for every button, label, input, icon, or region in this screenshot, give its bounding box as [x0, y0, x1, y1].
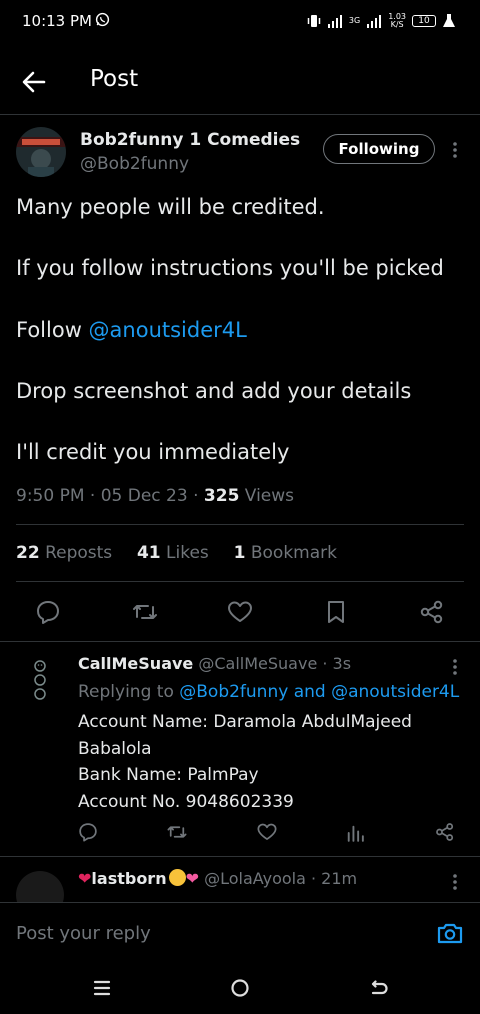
- status-time: 10:13 PM: [22, 12, 92, 30]
- reply-more-options-icon[interactable]: [452, 658, 458, 676]
- reply-text-line: Babalola: [78, 738, 152, 759]
- reply-composer[interactable]: Post your reply: [0, 902, 480, 962]
- reply-icon[interactable]: [34, 598, 62, 626]
- page-title: Post: [90, 66, 139, 92]
- reply-text-line: Account Name: Daramola AbdulMajeed: [78, 712, 412, 732]
- two-hearts-emoji-icon: ❤: [185, 869, 199, 888]
- repost-icon[interactable]: [131, 598, 159, 626]
- post-text-follow: Follow: [16, 318, 89, 342]
- home-icon[interactable]: [228, 976, 252, 1000]
- camera-icon[interactable]: [436, 919, 464, 947]
- reply-text-line: Bank Name: PalmPay: [78, 765, 259, 785]
- status-icons: 3G 1.03 K/S 10: [307, 10, 456, 32]
- reply-author-name: lastborn: [91, 869, 167, 888]
- avatar-image: [16, 127, 66, 177]
- following-button[interactable]: Following: [323, 134, 435, 164]
- reply-repost-icon[interactable]: [166, 821, 188, 843]
- header-divider: [0, 114, 480, 115]
- back-nav-icon[interactable]: [366, 976, 390, 1000]
- post-meta: 9:50 PM · 05 Dec 23 · 325 Views: [16, 486, 294, 506]
- signal-icon: [327, 15, 342, 28]
- likes-stat[interactable]: 41 Likes: [137, 543, 209, 563]
- more-options-icon[interactable]: [452, 141, 458, 159]
- status-bar: 10:13 PM 3G 1.03 K/S 10: [0, 0, 480, 44]
- bookmarks-stat[interactable]: 1 Bookmark: [234, 543, 337, 563]
- reply-views-icon[interactable]: [344, 822, 366, 844]
- reposts-count: 22: [16, 543, 40, 563]
- author-handle[interactable]: @Bob2funny: [80, 154, 189, 174]
- speed-unit: K/S: [390, 20, 404, 29]
- bookmarks-label: Bookmark: [245, 543, 337, 563]
- heart-emoji-icon: ❤: [78, 869, 92, 888]
- reply-author-handle: @CallMeSuave · 3s: [193, 654, 352, 673]
- page-header: Post: [0, 58, 480, 108]
- vibrate-icon: [307, 15, 321, 27]
- reply-author-handle: @LolaAyoola · 21m: [199, 869, 358, 888]
- likes-count: 41: [136, 543, 161, 563]
- reply-input[interactable]: Post your reply: [16, 923, 151, 944]
- replying-to: Replying to @Bob2funny and @anoutsider4L: [78, 682, 459, 702]
- meta-separator: ·: [187, 486, 204, 506]
- flask-icon: [443, 14, 455, 27]
- mention-link[interactable]: @anoutsider4L: [89, 318, 247, 342]
- reply-reply-icon[interactable]: [77, 821, 99, 843]
- recent-apps-icon[interactable]: [90, 976, 114, 1000]
- network-speed: 1.03 K/S: [388, 13, 406, 29]
- system-nav-bar: [0, 962, 480, 1014]
- like-heart-icon[interactable]: [226, 598, 254, 626]
- post-time: 9:50 PM: [16, 486, 85, 506]
- network-type: 3G: [348, 16, 361, 25]
- reply-item[interactable]: CallMeSuave @CallMeSuave · 3s Replying t…: [0, 642, 480, 856]
- author-name[interactable]: Bob2funny 1 Comedies: [80, 130, 300, 150]
- post-text-line-5: I'll credit you immediately: [16, 440, 290, 464]
- reply-like-icon[interactable]: [256, 821, 278, 843]
- reply-author[interactable]: CallMeSuave @CallMeSuave · 3s: [78, 654, 351, 673]
- post-text-line-4: Drop screenshot and add your details: [16, 379, 412, 403]
- reply-author-name: CallMeSuave: [78, 654, 194, 673]
- reply-share-icon[interactable]: [434, 821, 456, 843]
- battery-icon: 10: [412, 15, 436, 27]
- views-count: 325: [203, 486, 240, 506]
- author-avatar[interactable]: [16, 127, 66, 177]
- reposts-label: Reposts: [39, 543, 113, 563]
- reply-text: Account Name: Daramola AbdulMajeed Babal…: [78, 709, 412, 815]
- reposts-stat[interactable]: 22 Reposts: [16, 543, 112, 563]
- reply-avatar[interactable]: [16, 871, 64, 902]
- share-icon[interactable]: [418, 598, 446, 626]
- post-date: 05 Dec 23: [100, 486, 188, 506]
- likes-label: Likes: [160, 543, 209, 563]
- reply-avatar[interactable]: [30, 658, 50, 702]
- post-stats: 22 Reposts 41 Likes 1 Bookmark: [16, 543, 337, 563]
- stats-divider: [16, 581, 464, 582]
- whatsapp-icon: [95, 12, 110, 27]
- reply-text-line: Account No. 9048602339: [78, 791, 294, 812]
- replying-to-targets[interactable]: @Bob2funny and @anoutsider4L: [179, 682, 459, 702]
- smiling-hearts-emoji-icon: [168, 869, 186, 886]
- reply-author[interactable]: ❤lastborn ❤ @LolaAyoola · 21m: [78, 869, 357, 888]
- post-text-line-2: If you follow instructions you'll be pic…: [16, 256, 444, 280]
- bookmarks-count: 1: [233, 543, 246, 563]
- signal-icon-2: [367, 15, 382, 28]
- meta-separator: ·: [84, 486, 101, 506]
- reply-item[interactable]: ❤lastborn ❤ @LolaAyoola · 21m: [0, 857, 480, 902]
- replying-to-prefix: Replying to: [78, 682, 180, 702]
- reply-more-options-icon[interactable]: [452, 873, 458, 891]
- views-label: Views: [239, 486, 295, 506]
- back-arrow-icon[interactable]: [20, 68, 48, 96]
- meta-divider: [16, 524, 464, 525]
- bookmark-icon[interactable]: [322, 598, 350, 626]
- post-text-line-3: Follow @anoutsider4L: [16, 318, 247, 342]
- post-text-line-1: Many people will be credited.: [16, 195, 325, 219]
